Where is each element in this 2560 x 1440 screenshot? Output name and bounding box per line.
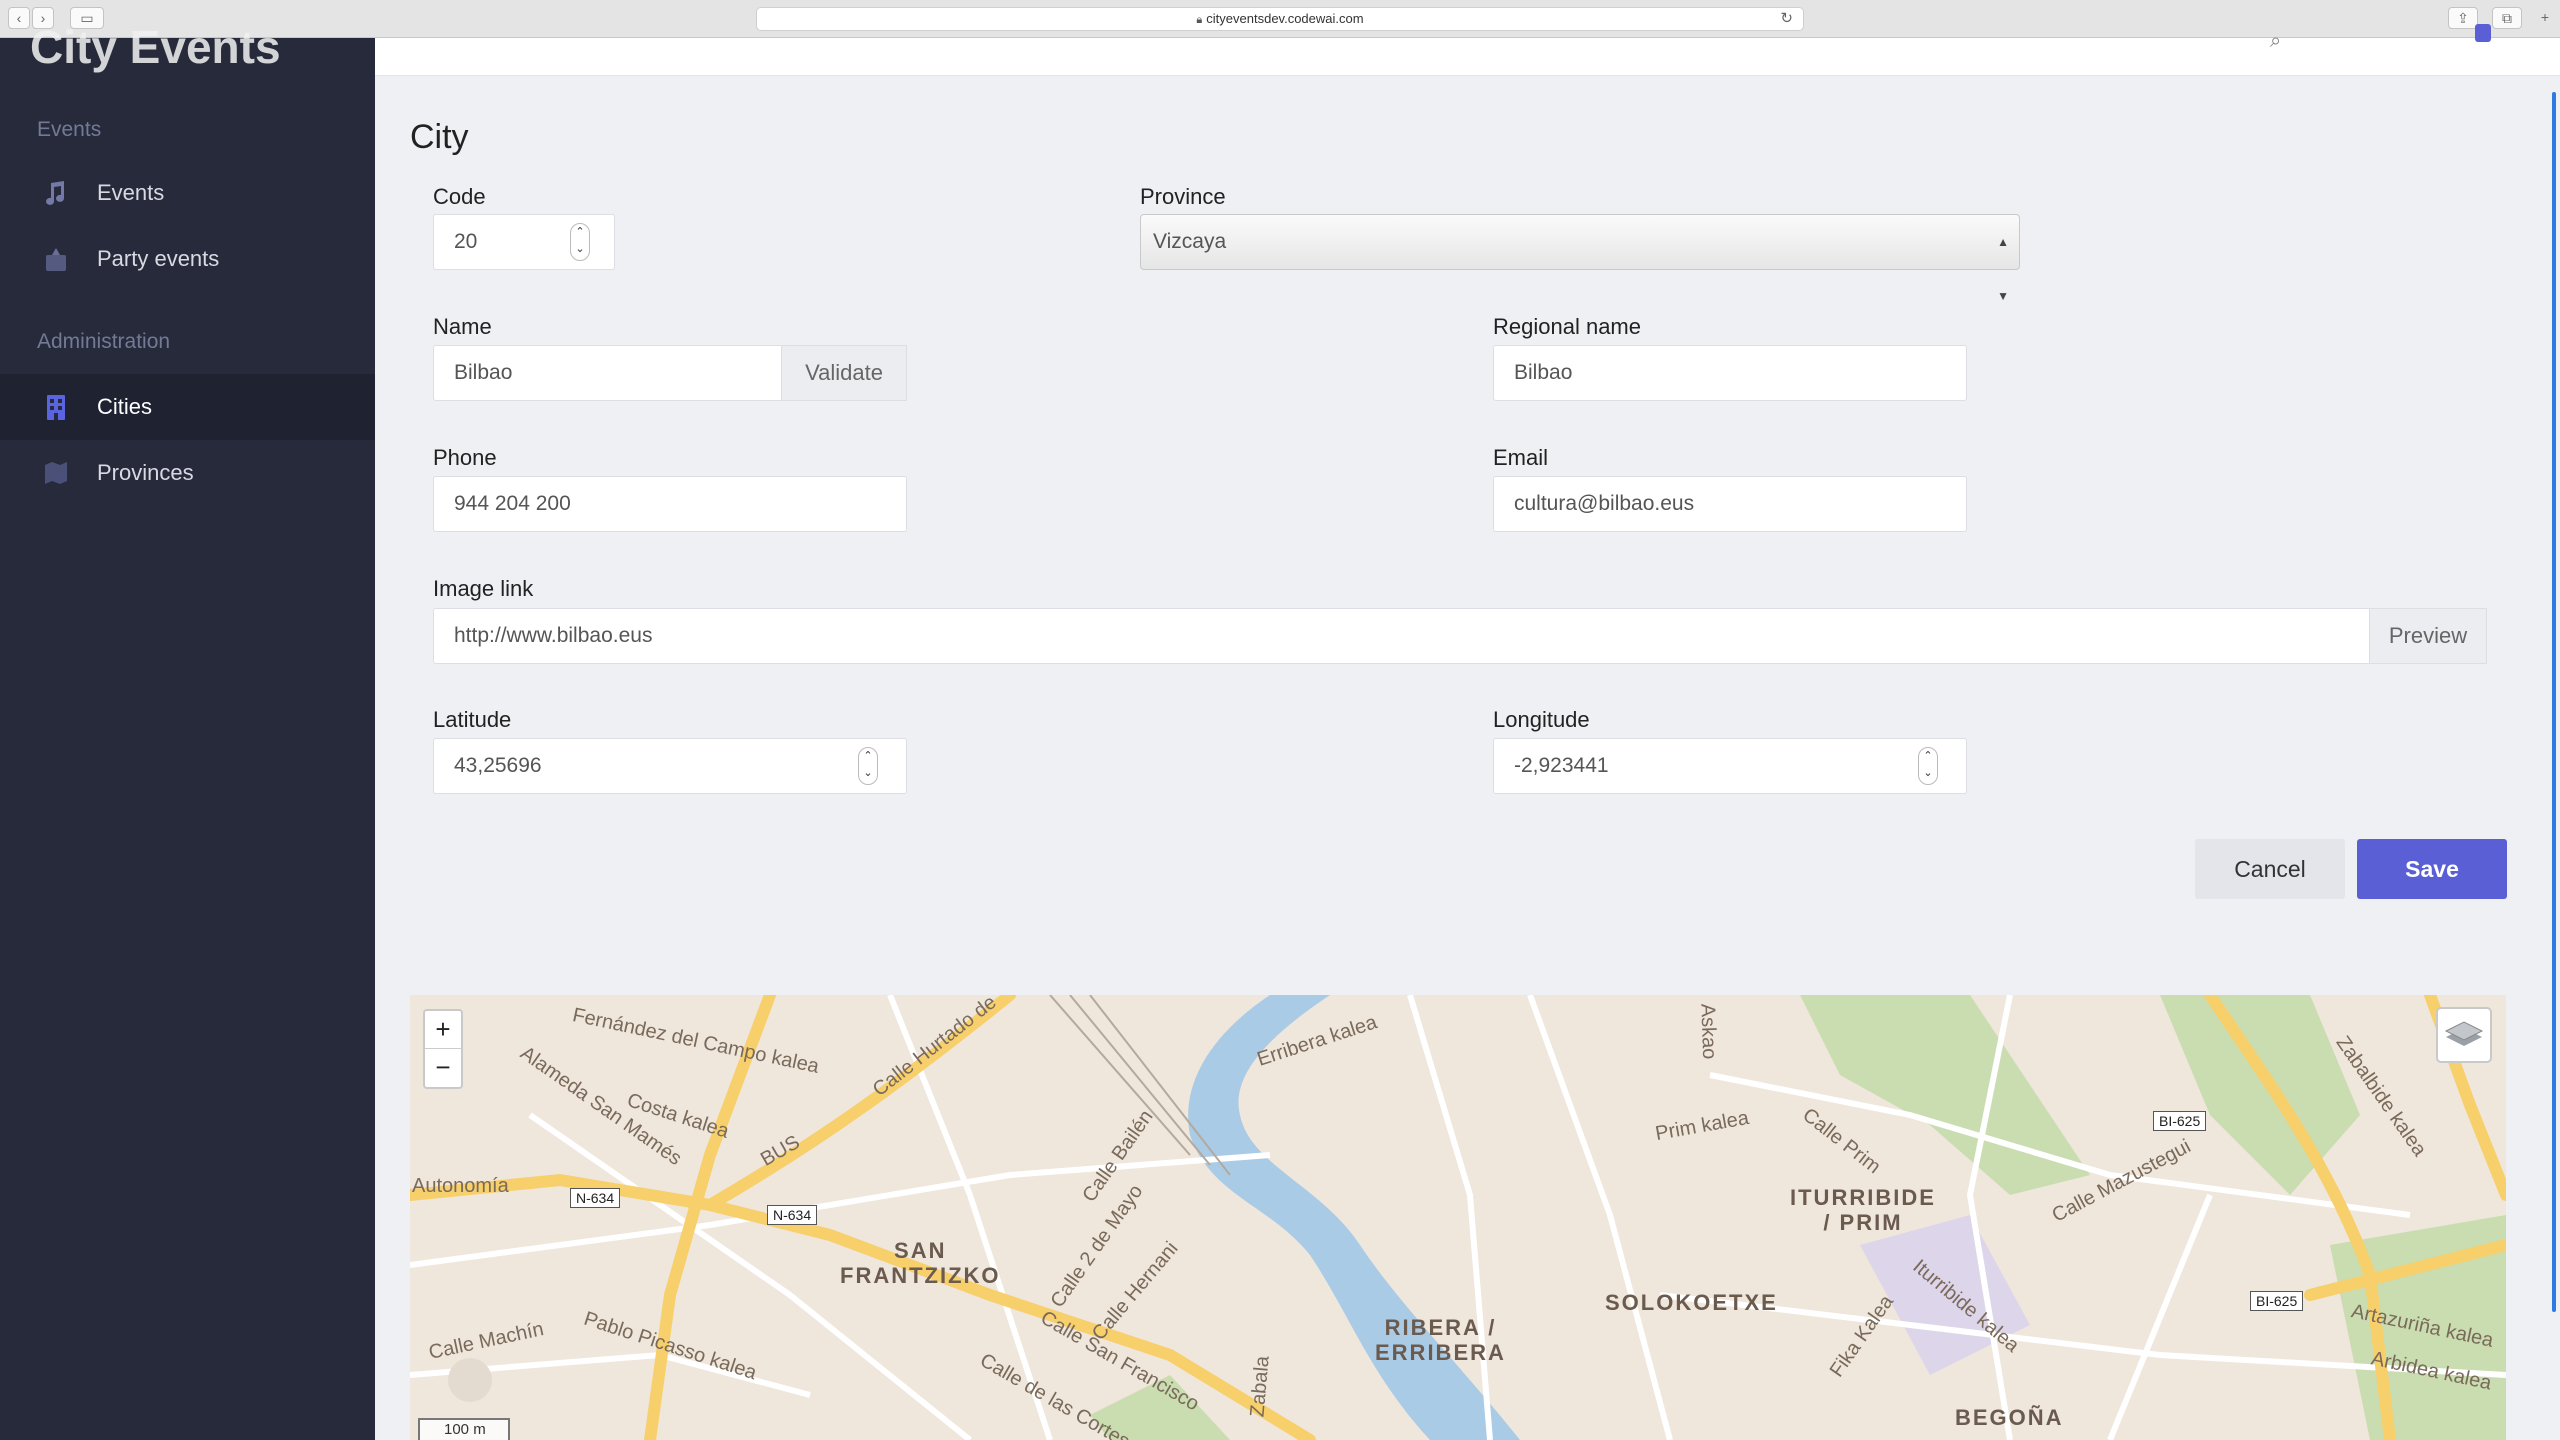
top-bar: ⌕ (375, 24, 2560, 76)
cancel-button[interactable]: Cancel (2195, 839, 2345, 899)
layers-icon (2444, 1021, 2484, 1046)
zoom-in-button[interactable]: + (425, 1011, 461, 1049)
map-scale: 100 m (418, 1418, 510, 1440)
city-map[interactable]: Fernández del Campo kalea Costa kalea Au… (410, 995, 2506, 1440)
name-input[interactable]: Bilbao (433, 345, 783, 401)
road-shield: N-634 (767, 1205, 818, 1225)
map-district-label: ITURRIBIDE / PRIM (1790, 1185, 1936, 1235)
latitude-label: Latitude (433, 707, 512, 732)
map-street-label: Askao (1696, 1003, 1721, 1060)
longitude-stepper[interactable]: ⌃ ⌄ (1918, 747, 1938, 785)
sidebar-item-label: Cities (97, 394, 153, 419)
phone-label: Phone (433, 445, 497, 470)
name-label: Name (433, 314, 492, 339)
zoom-out-button[interactable]: − (425, 1049, 461, 1087)
road-shield: BI-625 (2153, 1111, 2207, 1131)
map-zoom-control: + − (423, 1009, 463, 1089)
code-value: 20 (454, 230, 478, 253)
reload-icon[interactable]: ↻ (1780, 8, 1793, 30)
name-value: Bilbao (454, 361, 513, 384)
longitude-value: -2,923441 (1514, 754, 1609, 777)
select-arrows-icon: ▲ ▼ (1997, 235, 2009, 303)
sidebar-item-label: Events (97, 180, 165, 205)
code-label: Code (433, 184, 486, 209)
longitude-label: Longitude (1493, 707, 1590, 732)
sidebar-item-cities[interactable]: Cities (0, 374, 375, 440)
latitude-value: 43,25696 (454, 754, 542, 777)
phone-input[interactable]: 944 204 200 (433, 476, 907, 532)
image-link-input[interactable]: http://www.bilbao.eus (433, 608, 2371, 664)
validate-button[interactable]: Validate (781, 345, 907, 401)
longitude-input[interactable]: -2,923441 ⌃ ⌄ (1493, 738, 1967, 794)
latitude-stepper[interactable]: ⌃ ⌄ (858, 747, 878, 785)
map-district-label: RIBERA / ERRIBERA (1375, 1315, 1506, 1365)
sidebar-item-party-events[interactable]: Party events (0, 226, 375, 292)
regional-name-label: Regional name (1493, 314, 1641, 339)
sidebar-section-administration: Administration (37, 330, 171, 353)
province-label: Province (1140, 184, 1226, 209)
image-link-label: Image link (433, 576, 534, 601)
sidebar: City Events Events Events Party events A… (0, 21, 375, 1440)
app-brand[interactable]: City Events (30, 20, 281, 74)
party-icon (46, 248, 66, 271)
sidebar-section-events: Events (37, 118, 102, 141)
url-text: cityeventsdev.codewai.com (1206, 11, 1364, 26)
sidebar-item-provinces[interactable]: Provinces (0, 440, 375, 506)
map-layers-button[interactable] (2436, 1007, 2492, 1063)
share-icon[interactable]: ⇪ (2448, 7, 2478, 29)
sidebar-item-label: Party events (97, 246, 220, 271)
map-icon (45, 462, 67, 484)
building-icon (47, 395, 65, 420)
latitude-input[interactable]: 43,25696 ⌃ ⌄ (433, 738, 907, 794)
search-icon[interactable]: ⌕ (2270, 30, 2281, 53)
map-district-label: SAN FRANTZIZKO (840, 1238, 1001, 1288)
road-shield: N-634 (570, 1188, 621, 1208)
email-input[interactable]: cultura@bilbao.eus (1493, 476, 1967, 532)
back-icon[interactable]: ‹ (8, 7, 30, 29)
lock-icon: 🔒︎ (1196, 14, 1203, 26)
notification-icon[interactable] (2475, 24, 2491, 42)
scrollbar[interactable] (2552, 92, 2556, 1312)
address-bar[interactable]: 🔒︎ cityeventsdev.codewai.com ↻ (756, 7, 1804, 31)
music-note-icon (46, 181, 65, 205)
map-street-label: Autonomía (412, 1175, 509, 1197)
map-district-label: SOLOKOETXE (1605, 1290, 1778, 1315)
province-value: Vizcaya (1153, 230, 1227, 253)
sidebar-item-label: Provinces (97, 460, 194, 485)
map-district-label: BEGOÑA (1955, 1405, 2064, 1430)
regional-name-value: Bilbao (1514, 361, 1573, 384)
page-title: City (410, 118, 469, 156)
main-content: ⌕ City Code 20 ⌃ ⌄ Province Vizcaya ▲ ▼ Na… (375, 24, 2560, 1440)
regional-name-input[interactable]: Bilbao (1493, 345, 1967, 401)
sidebar-item-events[interactable]: Events (0, 160, 375, 226)
new-tab-icon[interactable]: + (2534, 7, 2556, 29)
tabs-overview-icon[interactable]: ⧉ (2492, 7, 2522, 29)
email-value: cultura@bilbao.eus (1514, 492, 1695, 515)
phone-value: 944 204 200 (454, 492, 571, 515)
browser-toolbar: ‹ › ▭ 🔒︎ cityeventsdev.codewai.com ↻ ⇪ ⧉ … (0, 0, 2560, 38)
code-input[interactable]: 20 ⌃ ⌄ (433, 214, 615, 270)
email-label: Email (1493, 445, 1549, 470)
province-select[interactable]: Vizcaya ▲ ▼ (1140, 214, 2020, 303)
save-button[interactable]: Save (2357, 839, 2507, 899)
preview-button[interactable]: Preview (2369, 608, 2487, 664)
code-stepper[interactable]: ⌃ ⌄ (570, 223, 590, 261)
image-link-value: http://www.bilbao.eus (454, 624, 653, 647)
road-shield: BI-625 (2250, 1291, 2304, 1311)
